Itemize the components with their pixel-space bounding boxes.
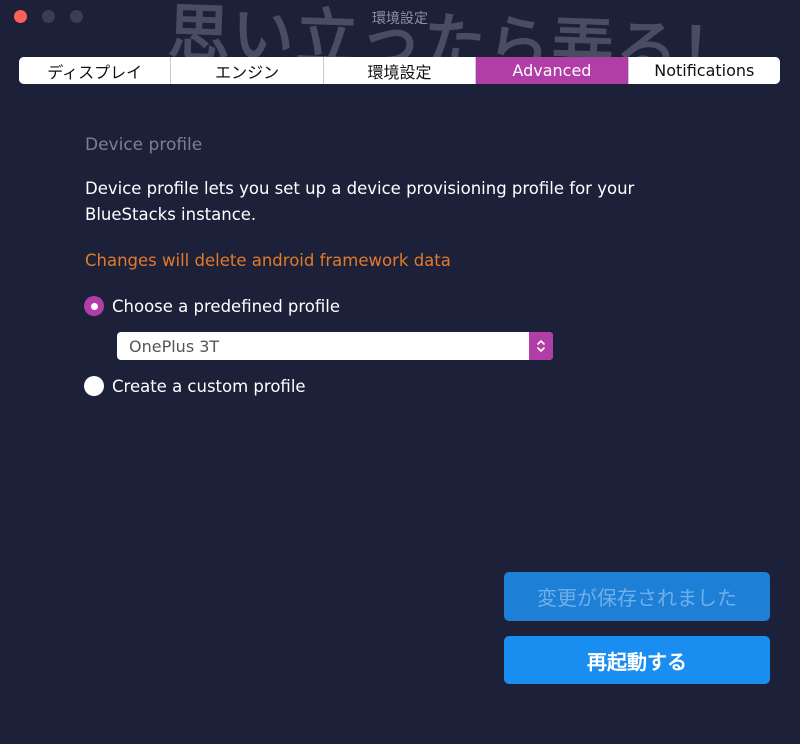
restart-button[interactable]: 再起動する (504, 636, 770, 684)
settings-tab-bar: ディスプレイ エンジン 環境設定 Advanced Notifications (19, 57, 780, 84)
changes-saved-button[interactable]: 変更が保存されました (504, 572, 770, 621)
tab-preferences[interactable]: 環境設定 (323, 57, 477, 84)
tab-advanced[interactable]: Advanced (476, 57, 629, 84)
section-description: Device profile lets you set up a device … (85, 179, 635, 224)
warning-text: Changes will delete android framework da… (85, 251, 451, 270)
settings-window: 環境設定 思い立ったら弄る！ ディスプレイ エンジン 環境設定 Advanced… (0, 0, 800, 744)
predefined-profile-option[interactable]: Choose a predefined profile (84, 296, 340, 316)
tab-engine[interactable]: エンジン (171, 57, 324, 84)
tab-display[interactable]: ディスプレイ (19, 57, 172, 84)
section-title: Device profile (85, 135, 203, 155)
radio-button-checked[interactable] (84, 296, 104, 316)
custom-profile-option[interactable]: Create a custom profile (84, 376, 306, 396)
profile-select[interactable]: OnePlus 3T (117, 332, 553, 360)
profile-select-value: OnePlus 3T (129, 336, 220, 356)
radio-label: Create a custom profile (112, 376, 306, 396)
tab-notifications[interactable]: Notifications (628, 57, 780, 84)
radio-label: Choose a predefined profile (112, 296, 341, 316)
window-title: 環境設定 (372, 11, 428, 27)
radio-button-unchecked[interactable] (84, 376, 104, 396)
chevron-up-down-icon (529, 332, 553, 360)
title-bar: 環境設定 (0, 0, 800, 34)
